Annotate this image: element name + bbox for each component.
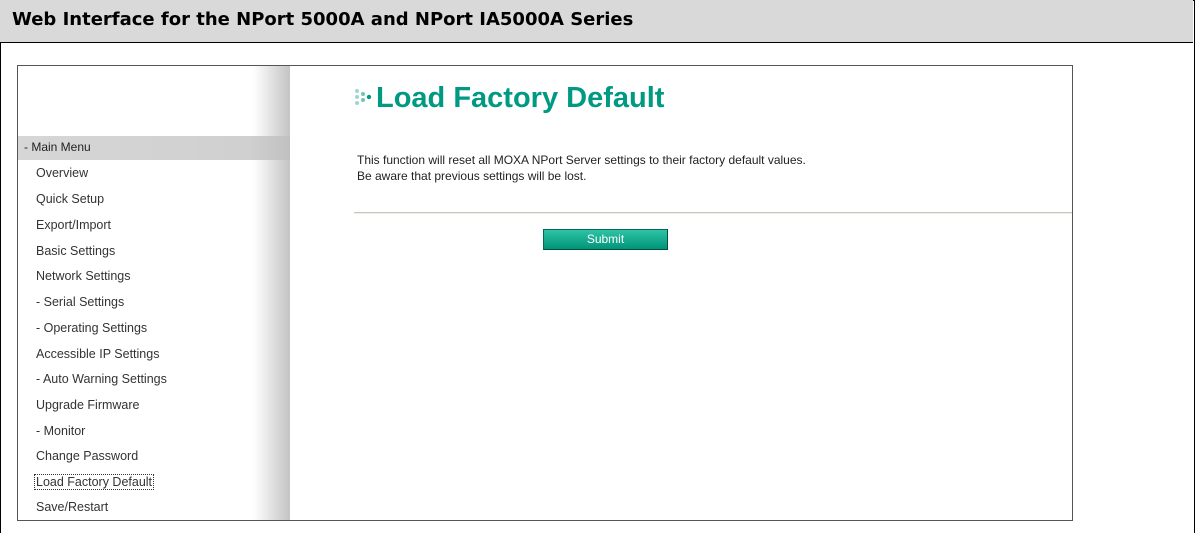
sidebar: - Main Menu Overview Quick Setup Export/… (18, 66, 290, 520)
sidebar-item-auto-warning-settings[interactable]: - Auto Warning Settings (36, 372, 167, 386)
sidebar-item-network-settings[interactable]: Network Settings (36, 269, 130, 283)
sidebar-item-accessible-ip-settings[interactable]: Accessible IP Settings (36, 347, 159, 361)
sidebar-item-quick-setup[interactable]: Quick Setup (36, 192, 104, 206)
document-title: Web Interface for the NPort 5000A and NP… (12, 9, 634, 30)
main-content: Load Factory Default This function will … (290, 66, 1072, 520)
description-line-2: Be aware that previous settings will be … (357, 169, 587, 183)
document-header: Web Interface for the NPort 5000A and NP… (0, 0, 1193, 43)
sidebar-item-save-restart[interactable]: Save/Restart (36, 500, 108, 514)
main-menu-header[interactable]: - Main Menu (18, 136, 290, 160)
web-interface-screenshot: - Main Menu Overview Quick Setup Export/… (17, 65, 1073, 521)
main-menu-label: - Main Menu (24, 140, 91, 154)
sidebar-item-serial-settings[interactable]: - Serial Settings (36, 295, 124, 309)
sidebar-item-load-factory-default[interactable]: Load Factory Default (34, 474, 155, 490)
page-title-text: Load Factory Default (376, 82, 665, 114)
sidebar-item-operating-settings[interactable]: - Operating Settings (36, 321, 147, 335)
submit-button[interactable]: Submit (543, 229, 668, 250)
sidebar-item-change-password[interactable]: Change Password (36, 449, 138, 463)
sidebar-item-monitor[interactable]: - Monitor (36, 424, 85, 438)
content-divider (354, 212, 1072, 214)
page-title: Load Factory Default (354, 82, 664, 115)
description-line-1: This function will reset all MOXA NPort … (357, 153, 806, 167)
sidebar-item-export-import[interactable]: Export/Import (36, 218, 111, 232)
sidebar-item-upgrade-firmware[interactable]: Upgrade Firmware (36, 398, 140, 412)
sidebar-item-overview[interactable]: Overview (36, 166, 88, 180)
dots-bullet-icon (355, 89, 372, 106)
sidebar-item-basic-settings[interactable]: Basic Settings (36, 244, 115, 258)
sidebar-shadow (253, 66, 290, 520)
